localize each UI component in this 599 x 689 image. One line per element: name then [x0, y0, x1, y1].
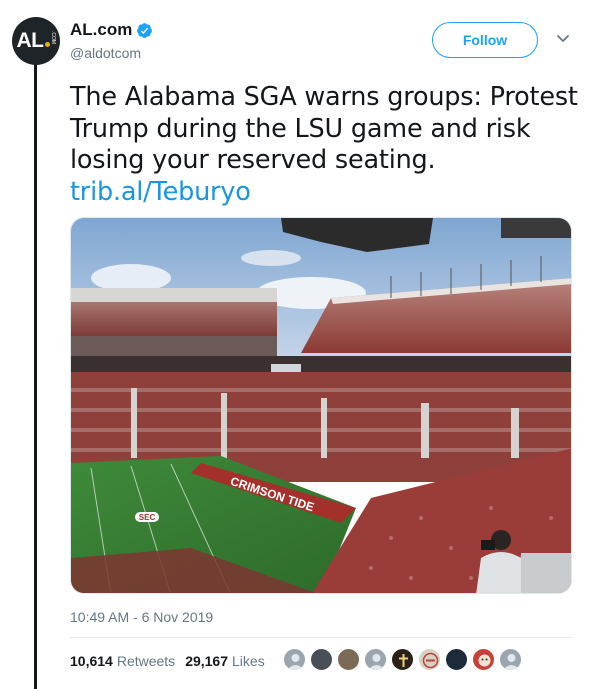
- chevron-down-icon[interactable]: [556, 34, 570, 44]
- retweets-count: 10,614: [70, 653, 113, 669]
- author-handle[interactable]: @aldotcom: [70, 45, 153, 61]
- thread-line: [34, 62, 37, 689]
- retweets-stat[interactable]: 10,614 Retweets: [70, 653, 175, 669]
- cross-avatar-icon[interactable]: [391, 648, 414, 671]
- likes-stat[interactable]: 29,167 Likes: [185, 653, 265, 669]
- stadium-photo: CRIMSON TIDE SEC: [71, 218, 571, 593]
- likes-label: Likes: [232, 653, 265, 669]
- default-avatar-icon[interactable]: [283, 648, 306, 671]
- author-display-name[interactable]: AL.com: [70, 20, 132, 40]
- engagement-stats: 10,614 Retweets 29,167 Likes: [70, 653, 265, 669]
- tweet-link[interactable]: trib.al/Teburyo: [70, 177, 580, 209]
- tweet-timestamp[interactable]: 10:49 AM - 6 Nov 2019: [70, 609, 213, 625]
- author-avatar[interactable]: AL .COM: [12, 17, 60, 65]
- tweet-photo[interactable]: CRIMSON TIDE SEC: [70, 217, 572, 594]
- lion-avatar-icon[interactable]: [472, 648, 495, 671]
- dark-round-avatar-icon[interactable]: [445, 648, 468, 671]
- liker-avatars: [283, 648, 522, 671]
- verified-badge-icon: [137, 22, 153, 38]
- avatar-logo-text: AL: [17, 29, 50, 53]
- author-name-row[interactable]: AL.com: [70, 20, 153, 40]
- retweets-label: Retweets: [116, 653, 176, 669]
- default-avatar-icon[interactable]: [499, 648, 522, 671]
- default-avatar-icon[interactable]: [364, 648, 387, 671]
- avatar-side-text: .COM: [50, 31, 56, 45]
- stats-divider: [70, 637, 573, 638]
- likes-count: 29,167: [185, 653, 229, 669]
- badge-avatar-icon[interactable]: [418, 648, 441, 671]
- pattern-avatar-icon[interactable]: [337, 648, 360, 671]
- author-info: AL.com @aldotcom: [70, 20, 153, 61]
- field-logo-text: SEC: [139, 513, 156, 522]
- dark-photo-avatar-icon[interactable]: [310, 648, 333, 671]
- follow-button[interactable]: Follow: [432, 22, 538, 58]
- tweet-body: The Alabama SGA warns groups: Protest Tr…: [70, 82, 578, 175]
- tweet-text: The Alabama SGA warns groups: Protest Tr…: [70, 82, 580, 208]
